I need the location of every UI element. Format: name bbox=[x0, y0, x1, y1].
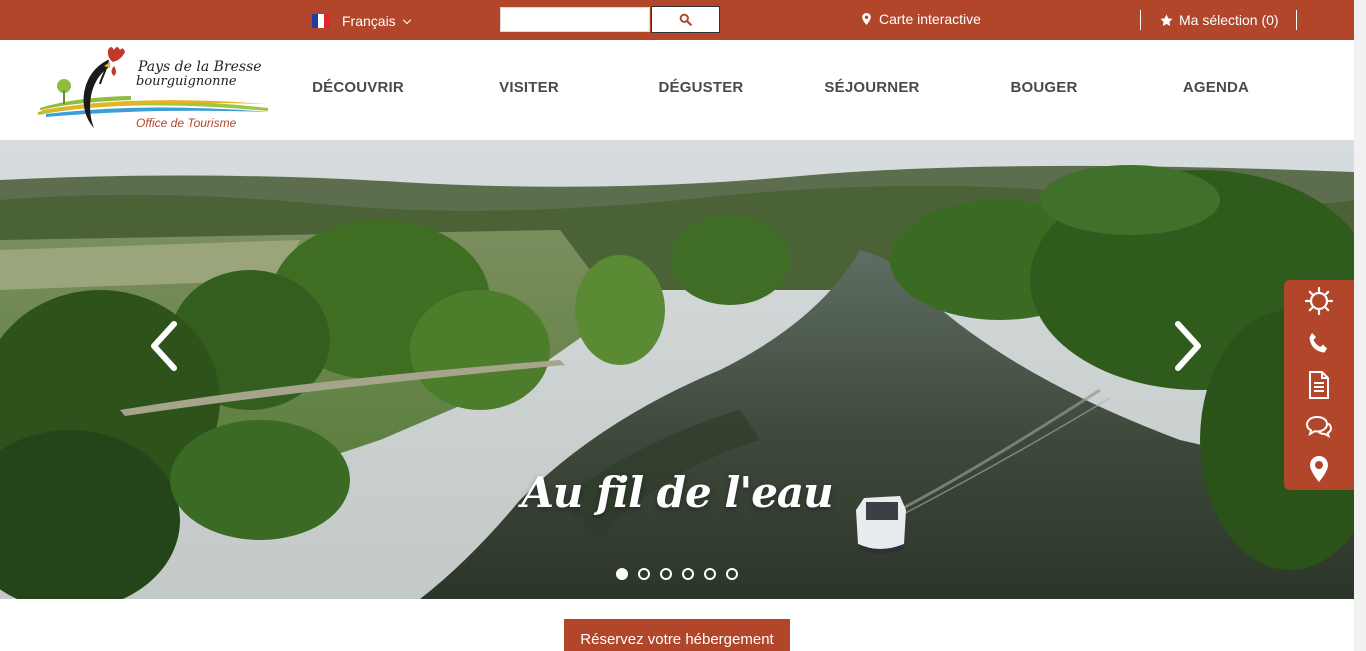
hero-slider: Au fil de l'eau bbox=[0, 140, 1354, 599]
fr-flag-icon bbox=[312, 14, 330, 28]
weather-sun-icon bbox=[1305, 287, 1333, 315]
hero-image bbox=[0, 140, 1354, 599]
slider-dot[interactable] bbox=[682, 568, 694, 580]
slider-dot[interactable] bbox=[638, 568, 650, 580]
slider-dot[interactable] bbox=[660, 568, 672, 580]
weather-button[interactable] bbox=[1304, 286, 1334, 316]
selection-label: Ma sélection (0) bbox=[1179, 12, 1279, 28]
logo-title: Pays de la Bresse bbox=[138, 59, 262, 75]
nav-item-decouvrir[interactable]: DÉCOUVRIR bbox=[272, 79, 444, 96]
nav-item-deguster[interactable]: DÉGUSTER bbox=[615, 79, 787, 96]
language-label: Français bbox=[342, 13, 396, 29]
phone-icon bbox=[1309, 333, 1327, 353]
chat-button[interactable] bbox=[1304, 412, 1334, 442]
side-toolbar bbox=[1284, 280, 1354, 490]
site-logo[interactable]: Pays de la Bresse bourguignonne Office d… bbox=[36, 42, 272, 134]
slider-next-arrow-icon[interactable] bbox=[1166, 318, 1206, 374]
my-selection-link[interactable]: Ma sélection (0) bbox=[1160, 12, 1279, 28]
slider-dot[interactable] bbox=[726, 568, 738, 580]
book-accommodation-button[interactable]: Réservez votre hébergement bbox=[564, 619, 790, 651]
search-button[interactable] bbox=[651, 6, 720, 33]
logo-tagline: Office de Tourisme bbox=[136, 116, 237, 130]
divider bbox=[1296, 10, 1297, 30]
nav-item-visiter[interactable]: VISITER bbox=[443, 79, 615, 96]
nav-item-agenda[interactable]: AGENDA bbox=[1130, 79, 1302, 96]
location-button[interactable] bbox=[1304, 454, 1334, 484]
scrollbar[interactable] bbox=[1354, 0, 1366, 651]
search-input[interactable] bbox=[500, 7, 650, 32]
map-pin-icon bbox=[862, 13, 871, 25]
slider-dot[interactable] bbox=[704, 568, 716, 580]
interactive-map-link[interactable]: Carte interactive bbox=[862, 11, 981, 27]
divider bbox=[1140, 10, 1141, 30]
search-icon bbox=[679, 13, 692, 26]
slider-dot[interactable] bbox=[616, 568, 628, 580]
chat-icon bbox=[1305, 415, 1333, 439]
logo-subtitle: bourguignonne bbox=[136, 74, 237, 89]
main-nav: DÉCOUVRIR VISITER DÉGUSTER SÉJOURNER BOU… bbox=[272, 40, 1302, 140]
phone-button[interactable] bbox=[1304, 328, 1334, 358]
brochure-button[interactable] bbox=[1304, 370, 1334, 400]
map-link-label: Carte interactive bbox=[879, 11, 981, 27]
slider-prev-arrow-icon[interactable] bbox=[146, 318, 186, 374]
document-icon bbox=[1309, 371, 1329, 399]
slider-pagination bbox=[616, 568, 738, 580]
nav-item-bouger[interactable]: BOUGER bbox=[958, 79, 1130, 96]
chevron-down-icon bbox=[402, 15, 411, 24]
language-selector[interactable]: Français bbox=[312, 12, 411, 30]
location-pin-icon bbox=[1310, 456, 1328, 482]
top-bar: Français Carte interactive Ma sélection … bbox=[0, 0, 1354, 40]
slide-caption: Au fil de l'eau bbox=[521, 468, 833, 517]
header: Pays de la Bresse bourguignonne Office d… bbox=[0, 40, 1354, 140]
star-icon bbox=[1160, 14, 1173, 26]
nav-item-sejourner[interactable]: SÉJOURNER bbox=[786, 79, 958, 96]
